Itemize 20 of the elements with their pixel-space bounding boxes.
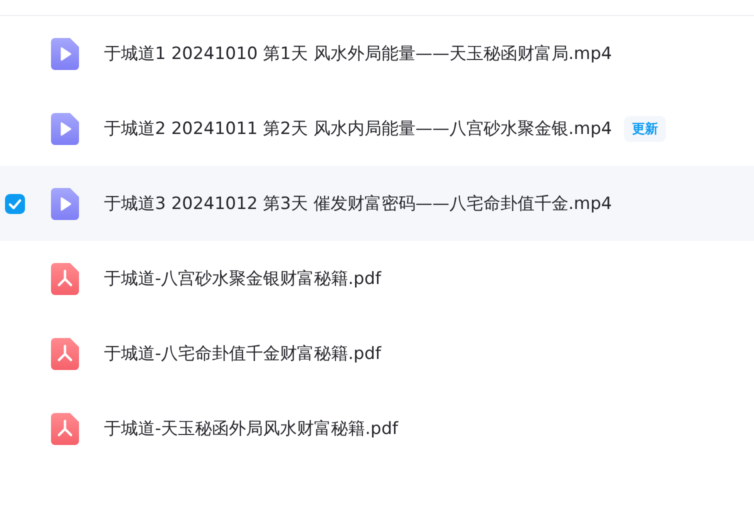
file-name: 于城道1 20241010 第1天 风水外局能量——天玉秘函财富局.mp4 — [104, 43, 612, 65]
file-name: 于城道-天玉秘函外局风水财富秘籍.pdf — [104, 418, 398, 440]
file-name: 于城道2 20241011 第2天 风水内局能量——八宫砂水聚金银.mp4 — [104, 118, 612, 140]
pdf-file-icon — [51, 338, 79, 370]
video-file-icon — [51, 188, 79, 220]
file-row[interactable]: 于城道1 20241010 第1天 风水外局能量——天玉秘函财富局.mp4 — [0, 16, 754, 91]
video-file-icon — [51, 38, 79, 70]
file-row[interactable]: 于城道-八宫砂水聚金银财富秘籍.pdf — [0, 241, 754, 316]
file-row[interactable]: 于城道-八宅命卦值千金财富秘籍.pdf — [0, 316, 754, 391]
file-name: 于城道-八宅命卦值千金财富秘籍.pdf — [104, 343, 382, 365]
file-name: 于城道3 20241012 第3天 催发财富密码——八宅命卦值千金.mp4 — [104, 193, 612, 215]
checkbox[interactable] — [5, 194, 25, 214]
video-file-icon — [51, 112, 79, 144]
pdf-file-icon — [51, 262, 79, 294]
pdf-file-icon — [51, 412, 79, 444]
file-row[interactable]: 于城道3 20241012 第3天 催发财富密码——八宅命卦值千金.mp4 — [0, 166, 754, 241]
file-name: 于城道-八宫砂水聚金银财富秘籍.pdf — [104, 268, 382, 290]
file-row[interactable]: 于城道-天玉秘函外局风水财富秘籍.pdf — [0, 391, 754, 466]
update-tag: 更新 — [624, 116, 666, 142]
file-row[interactable]: 于城道2 20241011 第2天 风水内局能量——八宫砂水聚金银.mp4 更新 — [0, 91, 754, 166]
